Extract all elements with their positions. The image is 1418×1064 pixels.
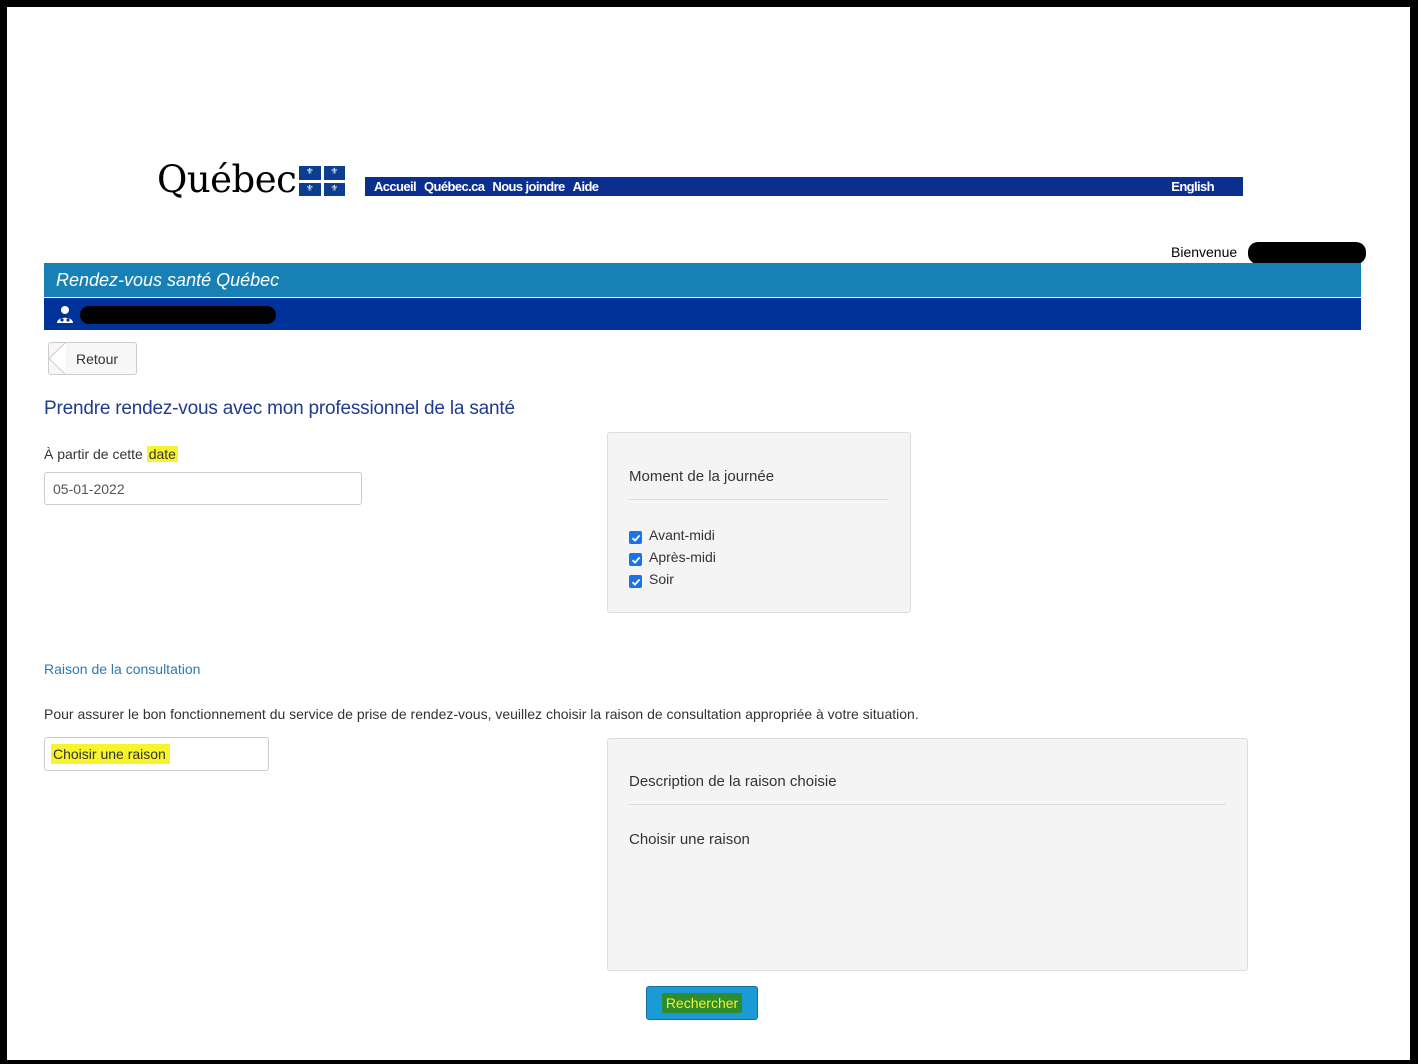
reason-description-divider xyxy=(629,804,1226,805)
welcome-text: Bienvenue xyxy=(1171,244,1238,260)
checkbox-label: Après-midi xyxy=(649,549,716,565)
fleur-de-lis-flag-icon: ⚜ ⚜ ⚜ ⚜ xyxy=(299,166,345,196)
checkbox-checked-icon[interactable] xyxy=(629,531,642,544)
checkbox-label: Soir xyxy=(649,571,674,587)
nav-aide-link[interactable]: Aide xyxy=(573,179,599,194)
time-of-day-divider xyxy=(629,499,888,500)
checkbox-label: Avant-midi xyxy=(649,527,715,543)
reason-help-text: Pour assurer le bon fonctionnement du se… xyxy=(44,706,919,722)
search-button[interactable]: Rechercher xyxy=(646,986,758,1020)
reason-section-title: Raison de la consultation xyxy=(44,661,201,677)
checkbox-row-soir[interactable]: Soir xyxy=(629,570,674,588)
time-of-day-title: Moment de la journée xyxy=(629,468,775,485)
date-input-value: 05-01-2022 xyxy=(53,480,125,497)
app-title-bar: Rendez-vous santé Québec xyxy=(44,263,1361,297)
search-button-label: Rechercher xyxy=(661,993,743,1013)
reason-description-title: Description de la raison choisie xyxy=(629,773,837,790)
nav-quebec-ca-link[interactable]: Québec.ca xyxy=(424,179,485,194)
checkbox-checked-icon[interactable] xyxy=(629,575,642,588)
top-navigation-bar: Accueil Québec.ca Nous joindre Aide Engl… xyxy=(365,177,1243,196)
page-title: Prendre rendez-vous avec mon professionn… xyxy=(44,398,515,419)
date-label-highlight: date xyxy=(146,446,178,462)
app-title: Rendez-vous santé Québec xyxy=(56,269,280,290)
back-arrow-icon xyxy=(48,342,66,375)
reason-select-value: Choisir une raison xyxy=(51,744,170,764)
reason-description-body: Choisir une raison xyxy=(629,831,750,848)
user-profile-icon xyxy=(57,306,73,323)
checkbox-row-apres-midi[interactable]: Après-midi xyxy=(629,548,716,566)
language-english-link[interactable]: English xyxy=(1171,179,1214,194)
redacted-user-name xyxy=(80,306,276,324)
reason-select[interactable]: Choisir une raison xyxy=(44,737,269,771)
nav-accueil-link[interactable]: Accueil xyxy=(374,179,417,194)
redacted-username xyxy=(1248,242,1366,264)
nav-nous-joindre-link[interactable]: Nous joindre xyxy=(492,179,565,194)
date-label: À partir de cette date xyxy=(44,446,178,462)
quebec-logo-text[interactable]: Québec xyxy=(157,158,297,201)
checkbox-row-avant-midi[interactable]: Avant-midi xyxy=(629,526,715,544)
checkbox-checked-icon[interactable] xyxy=(629,553,642,566)
back-button-label: Retour xyxy=(76,350,119,367)
date-label-prefix: À partir de cette xyxy=(44,446,143,462)
date-input[interactable]: 05-01-2022 xyxy=(44,472,362,505)
